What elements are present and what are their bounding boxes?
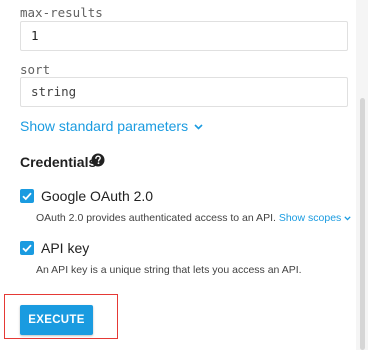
max-results-label: max-results (20, 5, 103, 20)
chevron-down-icon (344, 216, 351, 221)
api-explorer-panel: max-results 1 sort string Show standard … (0, 0, 356, 350)
chevron-down-icon (194, 117, 203, 133)
scrollbar-thumb[interactable] (360, 98, 365, 350)
scrollbar-track[interactable] (356, 0, 368, 350)
api-key-label: API key (41, 240, 90, 256)
api-key-description: An API key is a unique string that lets … (36, 264, 302, 276)
check-icon (22, 244, 32, 253)
show-standard-parameters-label: Show standard parameters (20, 118, 189, 134)
google-oauth-description: OAuth 2.0 provides authenticated access … (36, 212, 351, 224)
sort-label: sort (20, 62, 51, 77)
show-scopes-link[interactable]: Show scopes (279, 212, 351, 224)
google-oauth-checkbox[interactable] (20, 189, 34, 203)
sort-input[interactable]: string (20, 77, 348, 107)
google-oauth-description-text: OAuth 2.0 provides authenticated access … (36, 212, 276, 224)
show-scopes-label: Show scopes (278, 212, 342, 224)
google-oauth-label: Google OAuth 2.0 (41, 188, 154, 204)
credentials-title: Credentials (20, 154, 97, 170)
help-circle-icon[interactable] (91, 153, 105, 167)
show-standard-parameters-link[interactable]: Show standard parameters (20, 117, 203, 134)
execute-button[interactable]: EXECUTE (20, 305, 93, 335)
check-icon (22, 192, 32, 201)
api-key-checkbox[interactable] (20, 241, 34, 255)
max-results-input[interactable]: 1 (20, 21, 348, 51)
